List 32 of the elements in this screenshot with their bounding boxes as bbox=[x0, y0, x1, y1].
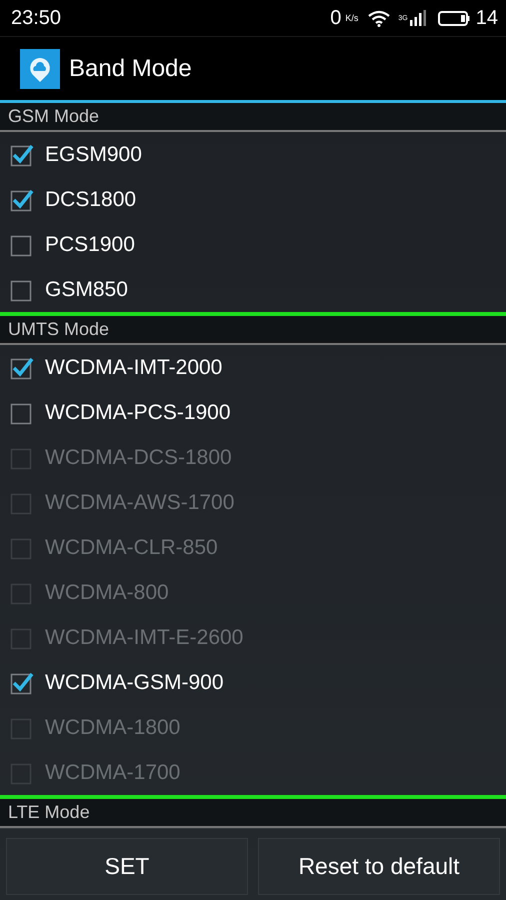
battery-level: 14 bbox=[476, 6, 498, 30]
band-label: WCDMA-CLR-850 bbox=[45, 536, 218, 560]
band-label: WCDMA-GSM-900 bbox=[45, 670, 224, 694]
section-header: LTE Mode bbox=[0, 799, 506, 828]
band-label: WCDMA-IMT-E-2600 bbox=[45, 626, 244, 650]
speed-unit: K/s bbox=[345, 12, 358, 22]
band-label: EGSM900 bbox=[45, 142, 142, 166]
band-label: DCS1800 bbox=[45, 188, 136, 212]
band-label: WCDMA-800 bbox=[45, 580, 169, 604]
checkbox[interactable] bbox=[10, 670, 34, 694]
band-label: PCS1900 bbox=[45, 232, 135, 256]
checkbox[interactable] bbox=[10, 188, 34, 212]
app-icon bbox=[20, 48, 60, 88]
section-header: UMTS Mode bbox=[0, 316, 506, 345]
wifi-icon bbox=[368, 10, 390, 26]
band-label: WCDMA-IMT-2000 bbox=[45, 356, 222, 380]
checkbox[interactable] bbox=[10, 142, 34, 166]
band-label: GSM850 bbox=[45, 278, 128, 302]
set-button[interactable]: SET bbox=[6, 838, 248, 895]
battery-icon bbox=[438, 10, 470, 26]
band-label: WCDMA-1700 bbox=[45, 760, 180, 784]
section-header: GSM Mode bbox=[0, 103, 506, 132]
band-label: WCDMA-PCS-1900 bbox=[45, 400, 231, 424]
signal-icon bbox=[410, 10, 426, 26]
network-speed: 0 bbox=[330, 6, 342, 30]
checkbox[interactable] bbox=[10, 356, 34, 380]
app-title: Band Mode bbox=[69, 54, 192, 82]
band-label: WCDMA-1800 bbox=[45, 716, 180, 740]
band-label: WCDMA-DCS-1800 bbox=[45, 446, 232, 470]
status-time: 23:50 bbox=[11, 6, 62, 30]
band-label: WCDMA-AWS-1700 bbox=[45, 490, 234, 514]
reset-button[interactable]: Reset to default bbox=[258, 838, 500, 895]
